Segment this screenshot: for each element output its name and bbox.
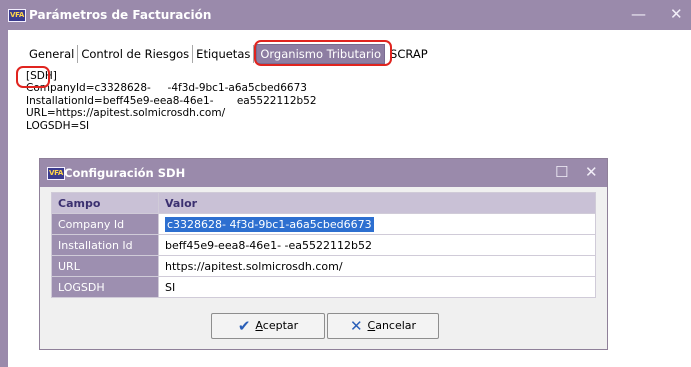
dialog-title: Configuración SDH xyxy=(64,166,186,180)
accept-button[interactable]: ✔ Aceptar xyxy=(211,313,325,339)
accept-label: ceptar xyxy=(262,319,299,332)
value-cell[interactable]: https://apitest.solmicrosdh.com/ xyxy=(158,255,596,277)
table-row[interactable]: Company Id c3328628- 4f3d-9bc1-a6a5cbed6… xyxy=(51,213,596,235)
value-cell-selected[interactable]: c3328628- 4f3d-9bc1-a6a5cbed6673 xyxy=(158,213,596,235)
dialog-app-logo: VFA xyxy=(47,167,65,180)
value-cell[interactable]: beff45e9-eea8-46e1- -ea5522112b52 xyxy=(158,234,596,256)
config-grid: Campo Valor Company Id c3328628- 4f3d-9b… xyxy=(51,192,596,298)
cancel-button[interactable]: ✕ Cancelar xyxy=(327,313,439,339)
column-header-campo: Campo xyxy=(51,192,159,214)
highlight-section-annotation xyxy=(16,66,50,88)
maximize-icon[interactable]: ☐ xyxy=(555,164,568,180)
grid-header-row: Campo Valor xyxy=(51,192,596,214)
field-cell: Company Id xyxy=(51,213,159,235)
cancel-label: ancelar xyxy=(375,319,417,332)
close-icon[interactable]: ✕ xyxy=(670,6,683,22)
config-section-header: [SDH] xyxy=(26,70,57,82)
tab-scrap[interactable]: SCRAP xyxy=(387,45,431,63)
config-line: URL=https://apitest.solmicrosdh.com/ xyxy=(26,107,226,120)
table-row[interactable]: URL https://apitest.solmicrosdh.com/ xyxy=(51,255,596,277)
dialog-title-bar: VFA Configuración SDH ☐ ✕ xyxy=(40,159,607,187)
value-cell[interactable]: SI xyxy=(158,276,596,298)
field-cell: Installation Id xyxy=(51,234,159,256)
checkmark-icon: ✔ xyxy=(237,317,251,335)
config-text-area[interactable]: [SDH] CompanyId=c3328628- -4f3d-9bc1-a6a5… xyxy=(26,70,317,132)
window-title: Parámetros de Facturación xyxy=(29,8,212,22)
column-header-valor: Valor xyxy=(158,192,596,214)
dialog-close-icon[interactable]: ✕ xyxy=(585,164,598,180)
x-icon: ✕ xyxy=(349,317,363,335)
sdh-config-dialog: VFA Configuración SDH ☐ ✕ Campo Valor Co… xyxy=(39,158,608,350)
app-logo: VFA xyxy=(8,9,26,22)
title-bar: VFA Parámetros de Facturación — ✕ xyxy=(0,0,691,30)
window-frame-left xyxy=(0,30,8,367)
field-cell: URL xyxy=(51,255,159,277)
tab-etiquetas[interactable]: Etiquetas xyxy=(193,45,255,63)
table-row[interactable]: Installation Id beff45e9-eea8-46e1- -ea5… xyxy=(51,234,596,256)
config-line: CompanyId=c3328628- -4f3d-9bc1-a6a5cbed6… xyxy=(26,82,307,95)
main-window: VFA Parámetros de Facturación — ✕ Genera… xyxy=(0,0,691,367)
tab-general[interactable]: General xyxy=(26,45,79,63)
button-bar: ✔ Aceptar ✕ Cancelar xyxy=(51,307,596,343)
field-cell: LOGSDH xyxy=(51,276,159,298)
config-line: InstallationId=beff45e9-eea8-46e1- ea552… xyxy=(26,94,317,107)
minimize-icon[interactable]: — xyxy=(631,6,646,22)
selected-text: c3328628- 4f3d-9bc1-a6a5cbed6673 xyxy=(165,216,374,232)
highlight-tab-annotation xyxy=(254,40,392,66)
accept-mnemonic: A xyxy=(255,319,263,332)
config-line: LOGSDH=SI xyxy=(26,119,90,132)
tab-control-de-riesgos[interactable]: Control de Riesgos xyxy=(78,45,194,63)
table-row[interactable]: LOGSDH SI xyxy=(51,276,596,298)
